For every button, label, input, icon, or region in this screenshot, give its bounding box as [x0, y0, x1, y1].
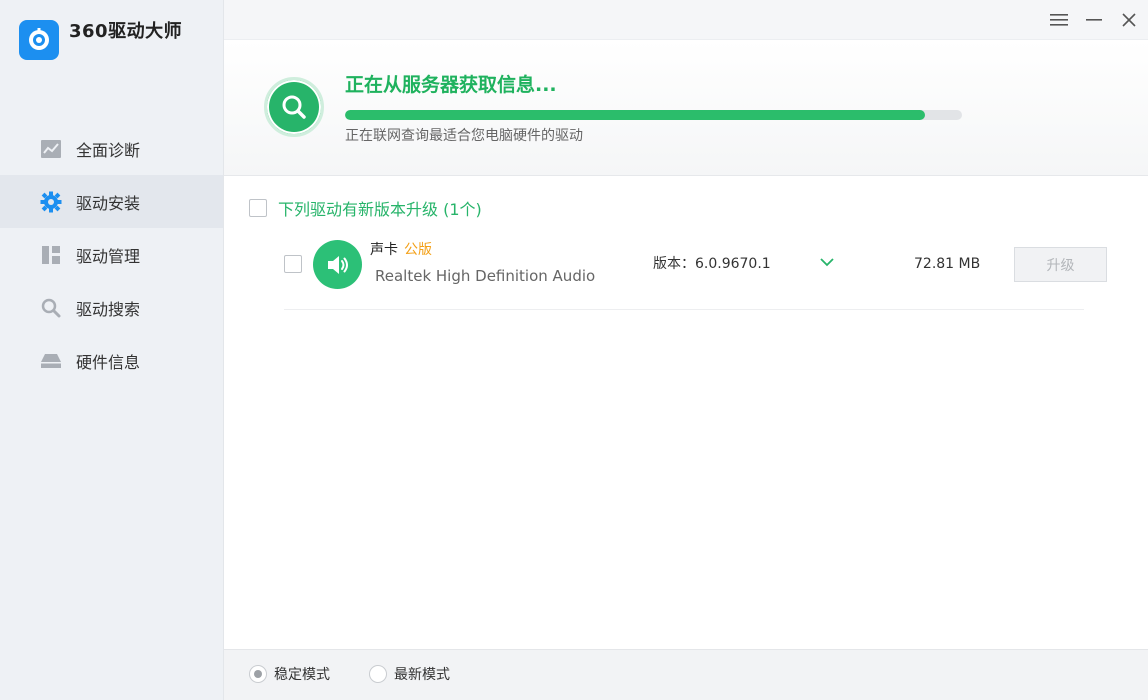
progress-bar [345, 110, 962, 120]
mode-stable-radio[interactable] [249, 665, 267, 683]
status-title: 正在从服务器获取信息... [345, 74, 557, 96]
driver-name: 声卡 [370, 242, 398, 258]
sidebar-item-label: 驱动管理 [76, 246, 141, 266]
footer-bar: 稳定模式 最新模式 [224, 649, 1148, 700]
progress-fill [345, 110, 925, 120]
grid-icon [40, 244, 62, 266]
close-icon[interactable] [1117, 8, 1141, 32]
sidebar-item-driver-search[interactable]: 驱动搜索 [0, 281, 223, 334]
search-icon [40, 297, 62, 319]
search-status-icon [264, 77, 324, 137]
minimize-icon[interactable] [1082, 8, 1106, 32]
sidebar-item-label: 全面诊断 [76, 140, 141, 160]
driver-group-header: 下列驱动有新版本升级 (1个) [249, 196, 482, 220]
drive-icon [40, 350, 62, 372]
sidebar-item-diagnosis[interactable]: 全面诊断 [0, 122, 223, 175]
speaker-icon [313, 240, 362, 289]
app-logo-icon [19, 20, 59, 60]
upgrade-button[interactable]: 升级 [1014, 247, 1107, 282]
sidebar-item-label: 驱动安装 [76, 193, 141, 213]
sidebar-item-driver-install[interactable]: 驱动安装 [0, 175, 223, 228]
sidebar-item-label: 驱动搜索 [76, 299, 141, 319]
app-title: 360驱动大师 [69, 21, 183, 42]
driver-description: Realtek High Definition Audio [375, 267, 596, 285]
driver-name-line: 声卡 公版 [370, 241, 432, 259]
radio-selected-dot [254, 670, 262, 678]
driver-tag: 公版 [404, 242, 432, 258]
mode-stable-option[interactable]: 稳定模式 [249, 664, 330, 684]
sidebar-item-label: 硬件信息 [76, 352, 141, 372]
menu-icon[interactable] [1047, 8, 1071, 32]
title-bar [224, 0, 1148, 40]
select-all-checkbox[interactable] [249, 199, 267, 217]
mode-latest-label: 最新模式 [394, 667, 450, 683]
list-item: 声卡 公版 Realtek High Definition Audio 版本：6.… [284, 234, 1107, 310]
chart-icon [40, 138, 62, 160]
group-label: 下列驱动有新版本升级 (1个) [278, 200, 482, 219]
gear-icon [40, 191, 62, 213]
driver-version: 版本：6.0.9670.1 [653, 256, 771, 272]
status-panel: 正在从服务器获取信息... 正在联网查询最适合您电脑硬件的驱动 [224, 40, 1148, 176]
chevron-down-icon[interactable] [819, 254, 835, 270]
status-subtitle: 正在联网查询最适合您电脑硬件的驱动 [345, 128, 583, 144]
sidebar-item-driver-manage[interactable]: 驱动管理 [0, 228, 223, 281]
mode-latest-option[interactable]: 最新模式 [369, 664, 450, 684]
driver-checkbox[interactable] [284, 255, 302, 273]
sidebar-item-hardware-info[interactable]: 硬件信息 [0, 334, 223, 387]
mode-stable-label: 稳定模式 [274, 667, 330, 683]
mode-latest-radio[interactable] [369, 665, 387, 683]
sidebar-nav: 全面诊断 驱动安装 驱动管理 驱动搜索 硬件信息 [0, 122, 223, 387]
driver-size: 72.81 MB [914, 256, 981, 272]
sidebar: 360驱动大师 全面诊断 驱动安装 驱动管理 驱动搜索 硬件信息 [0, 0, 224, 700]
